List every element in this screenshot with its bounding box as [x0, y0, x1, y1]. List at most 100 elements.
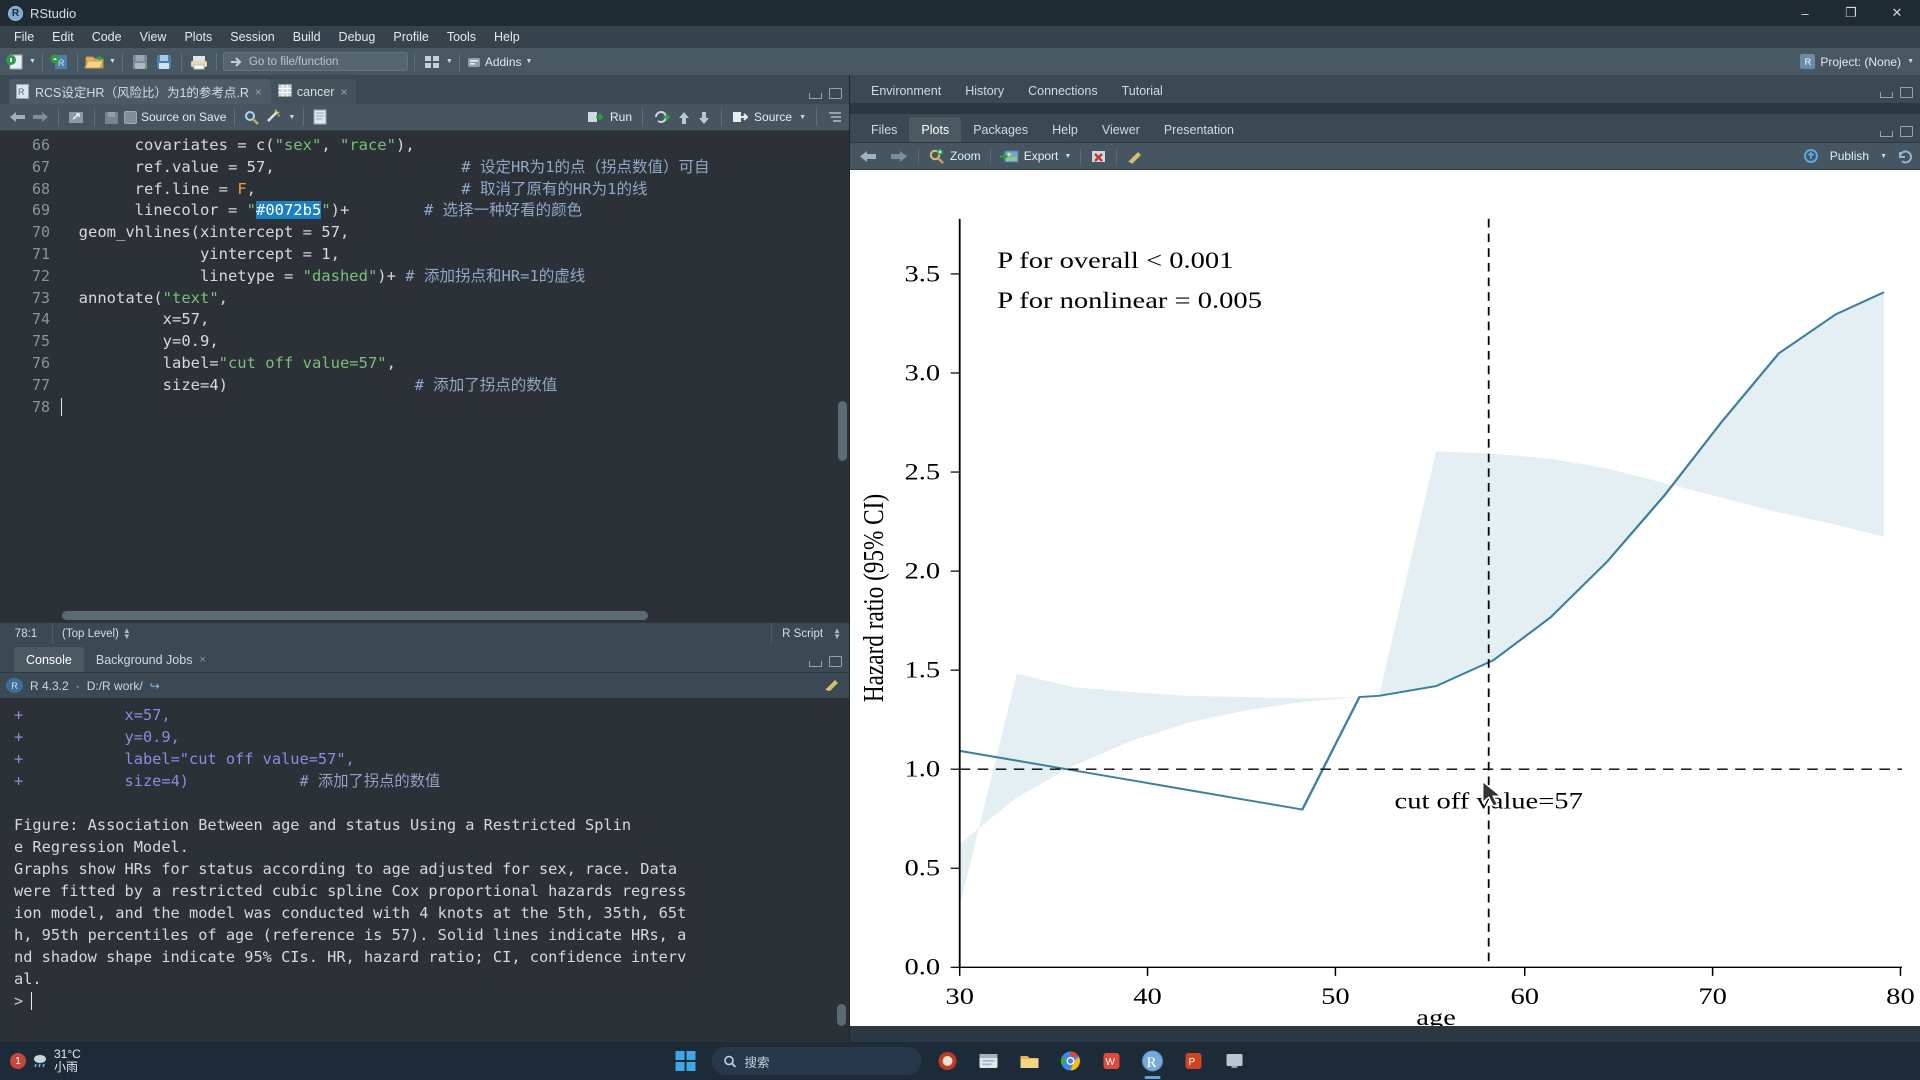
folder-icon[interactable] — [1015, 1046, 1045, 1076]
rstudio-icon[interactable]: R — [1138, 1046, 1168, 1079]
close-icon[interactable]: × — [199, 654, 205, 666]
maximize-button[interactable]: ❐ — [1828, 0, 1874, 26]
previous-plot-icon[interactable] — [858, 149, 878, 164]
tab-connections[interactable]: Connections — [1016, 78, 1110, 103]
weather-widget[interactable]: 1 31°C 小雨 — [0, 1048, 81, 1074]
source-next-icon[interactable] — [697, 110, 711, 125]
tab-history[interactable]: History — [953, 78, 1016, 103]
new-file-icon[interactable] — [4, 51, 26, 72]
publish-label[interactable]: Publish — [1830, 149, 1869, 163]
clear-console-icon[interactable] — [823, 677, 849, 694]
tab-background-jobs[interactable]: Background Jobs × — [84, 647, 218, 672]
export-dropdown-icon[interactable]: ▼ — [1064, 153, 1071, 160]
layout-dropdown-icon[interactable]: ▼ — [446, 58, 453, 65]
source-previous-icon[interactable] — [677, 110, 691, 125]
taskbar-search[interactable]: 搜索 — [711, 1047, 922, 1075]
layout-panes-icon[interactable] — [421, 51, 443, 72]
filetype-selector[interactable]: R Script ▲ ▼ — [771, 622, 849, 645]
widgets-icon[interactable] — [933, 1046, 963, 1076]
chrome-icon[interactable] — [1056, 1046, 1086, 1076]
goto-file-function-input[interactable]: Go to file/function — [222, 52, 408, 71]
compile-report-icon[interactable] — [312, 109, 328, 125]
tab-viewer[interactable]: Viewer — [1090, 117, 1152, 142]
editor-vertical-scrollbar[interactable] — [838, 401, 847, 461]
filetype-dropdown-icon[interactable]: ▲ ▼ — [833, 627, 849, 641]
menu-plots[interactable]: Plots — [175, 28, 221, 46]
close-icon[interactable]: × — [255, 85, 262, 99]
project-selector[interactable]: R Project: (None) ▼ — [1800, 54, 1914, 69]
export-icon[interactable] — [999, 149, 1019, 164]
menu-debug[interactable]: Debug — [330, 28, 385, 46]
addins-dropdown-icon[interactable]: ▼ — [526, 58, 533, 65]
maximize-pane-icon[interactable] — [829, 88, 842, 99]
start-button[interactable] — [671, 1046, 701, 1076]
addins-button[interactable]: Addins ▼ — [466, 55, 533, 69]
maximize-pane-icon[interactable] — [1900, 126, 1913, 137]
publish-icon[interactable] — [1803, 149, 1820, 163]
clear-all-plots-icon[interactable] — [1126, 149, 1144, 164]
menu-profile[interactable]: Profile — [384, 28, 437, 46]
menu-session[interactable]: Session — [221, 28, 283, 46]
menu-view[interactable]: View — [131, 28, 176, 46]
code-editor[interactable]: 66 67 68 69 70 71 72 73 74 75 76 77 78 c… — [0, 131, 849, 622]
open-file-dropdown-icon[interactable]: ▼ — [109, 58, 116, 65]
new-file-dropdown-icon[interactable]: ▼ — [29, 58, 36, 65]
refresh-icon[interactable] — [1897, 149, 1914, 164]
editor-horizontal-scrollbar[interactable] — [62, 611, 833, 620]
source-dropdown-icon[interactable]: ▼ — [799, 114, 806, 121]
minimize-button[interactable]: – — [1782, 0, 1828, 26]
zoom-label[interactable]: Zoom — [950, 149, 981, 163]
code-text[interactable]: covariates = c("sex", "race"), ref.value… — [60, 131, 849, 622]
rerun-icon[interactable] — [653, 110, 671, 124]
menu-edit[interactable]: Edit — [43, 28, 83, 46]
source-button-icon[interactable] — [732, 110, 749, 124]
source-on-save-checkbox[interactable] — [124, 110, 137, 124]
minimize-pane-icon[interactable] — [809, 661, 822, 667]
publish-dropdown-icon[interactable]: ▼ — [1880, 153, 1887, 160]
maximize-pane-icon[interactable] — [1900, 87, 1913, 98]
minimize-pane-icon[interactable] — [1880, 92, 1893, 98]
code-tools-icon[interactable] — [264, 109, 283, 125]
open-directory-icon[interactable]: ↪ — [150, 679, 160, 693]
menu-help[interactable]: Help — [485, 28, 529, 46]
close-button[interactable]: ✕ — [1874, 0, 1920, 26]
tab-plots[interactable]: Plots — [909, 117, 962, 142]
run-label[interactable]: Run — [610, 110, 632, 124]
tab-packages[interactable]: Packages — [961, 117, 1040, 142]
new-project-icon[interactable]: R — [49, 51, 71, 72]
find-replace-icon[interactable] — [243, 110, 260, 125]
scope-selector[interactable]: (Top Level) ▲ ▼ — [53, 627, 131, 641]
open-file-icon[interactable] — [84, 51, 106, 72]
save-icon[interactable] — [129, 51, 151, 72]
powerpoint-icon[interactable]: P — [1179, 1046, 1209, 1076]
menu-tools[interactable]: Tools — [438, 28, 485, 46]
close-icon[interactable]: × — [340, 85, 347, 99]
show-in-new-window-icon[interactable] — [67, 109, 86, 125]
tab-files[interactable]: Files — [859, 117, 909, 142]
zoom-icon[interactable] — [928, 148, 945, 164]
export-label[interactable]: Export — [1024, 149, 1059, 163]
console-output[interactable]: + x=57, + y=0.9, + label="cut off value=… — [0, 698, 849, 1042]
minimize-pane-icon[interactable] — [809, 93, 822, 99]
tab-environment[interactable]: Environment — [859, 78, 953, 103]
file-explorer-icon[interactable] — [974, 1046, 1004, 1076]
print-icon[interactable] — [188, 51, 210, 72]
back-icon[interactable] — [8, 110, 27, 124]
save-all-icon[interactable] — [153, 51, 175, 72]
remove-plot-icon[interactable] — [1090, 149, 1107, 164]
tab-tutorial[interactable]: Tutorial — [1110, 78, 1175, 103]
console-scrollbar[interactable] — [837, 1004, 846, 1026]
plot-canvas[interactable]: 0.0 0.5 1.0 1.5 2.0 2.5 3.0 3.5 30 40 50… — [850, 170, 1920, 1026]
menu-code[interactable]: Code — [83, 28, 131, 46]
maximize-pane-icon[interactable] — [829, 656, 842, 667]
source-tab-rcs-script[interactable]: R RCS设定HR（风险比）为1的参考点.R × — [9, 79, 271, 104]
source-label[interactable]: Source — [754, 110, 792, 124]
tab-presentation[interactable]: Presentation — [1152, 117, 1246, 142]
tab-console[interactable]: Console — [14, 647, 84, 672]
source-tab-cancer[interactable]: cancer × — [270, 79, 357, 104]
forward-icon[interactable] — [31, 110, 50, 124]
run-icon[interactable] — [587, 110, 604, 124]
wps-icon[interactable]: W — [1097, 1046, 1127, 1076]
minimize-pane-icon[interactable] — [1880, 131, 1893, 137]
menu-build[interactable]: Build — [284, 28, 330, 46]
